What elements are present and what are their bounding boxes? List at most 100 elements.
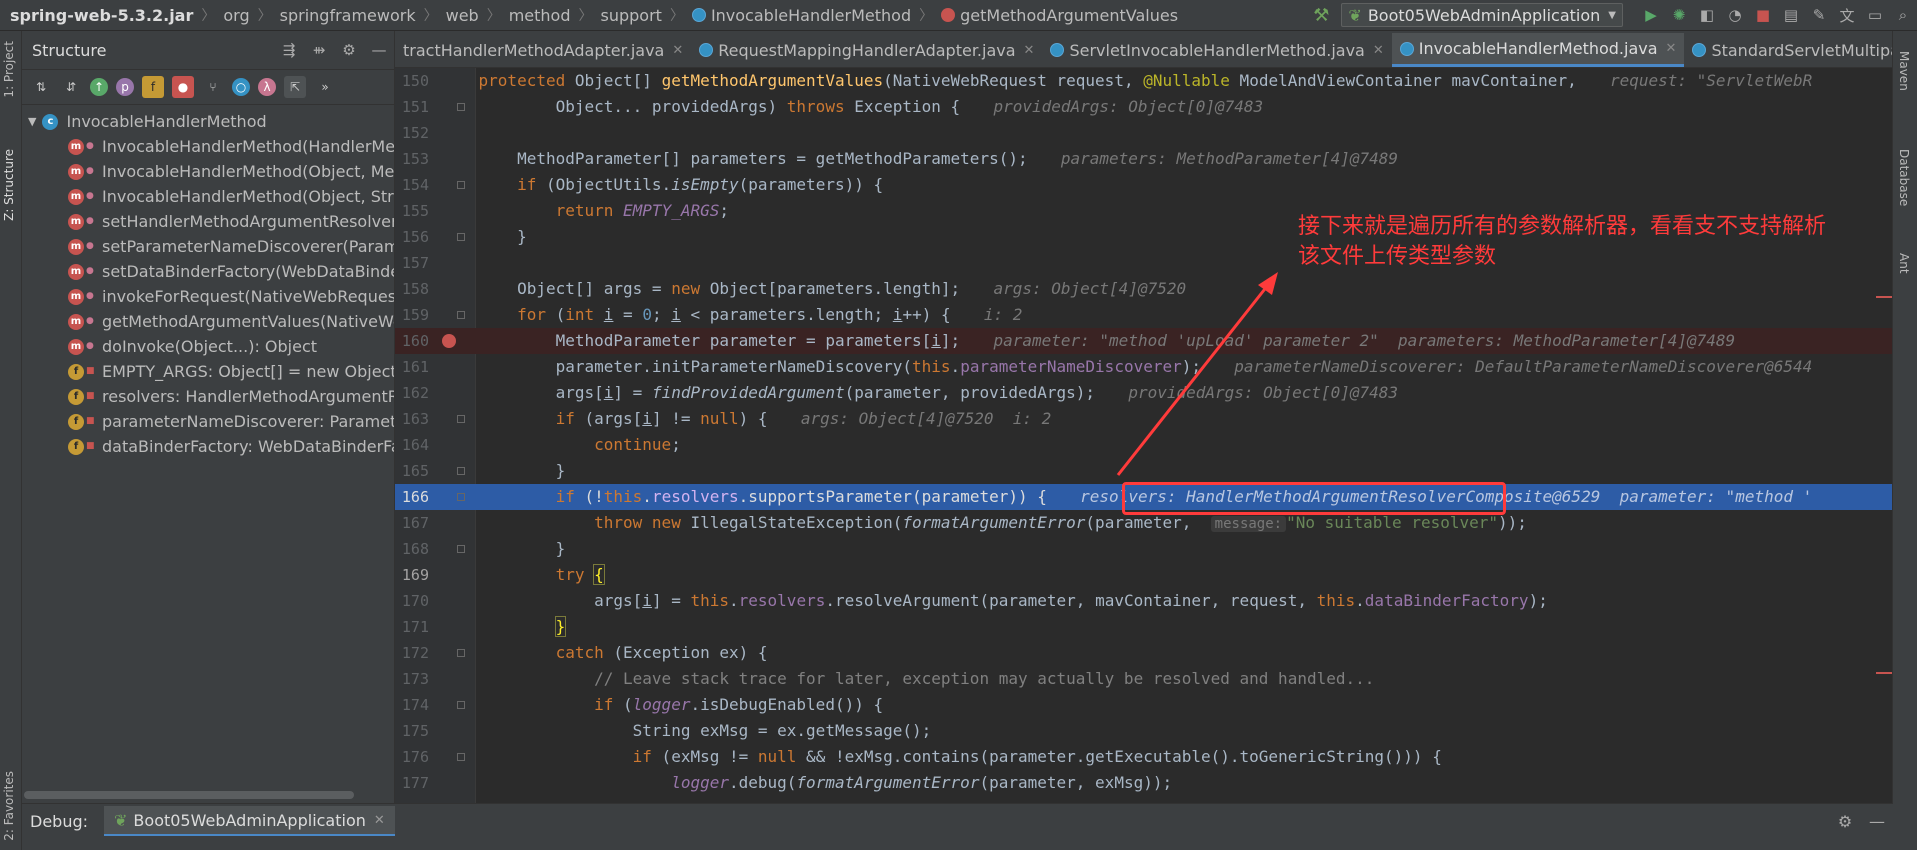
structure-tool-tab[interactable]: Z: Structure [2, 149, 16, 221]
build-hammer-icon[interactable]: ⚒ [1313, 5, 1329, 26]
maven-tool-tab[interactable]: Maven [1897, 51, 1911, 91]
field-icon: f [68, 438, 84, 455]
coverage-icon[interactable]: ◧ [1693, 1, 1721, 29]
fold-marker-icon[interactable] [457, 233, 465, 241]
more-icon[interactable]: » [314, 76, 336, 98]
chevron-right-icon: 〉 [486, 8, 501, 24]
tab-standard-servlet-multipart[interactable]: StandardServletMultipartRe [1684, 33, 1893, 67]
inherited-icon[interactable]: ↑ [90, 78, 108, 96]
close-icon[interactable]: ✕ [374, 813, 385, 828]
translate-icon[interactable]: 文 [1833, 1, 1861, 29]
visibility-icon: ● [86, 166, 94, 176]
lambdas-icon[interactable]: ⑂ [202, 76, 224, 98]
structure-item[interactable]: f ■ EMPTY_ARGS: Object[] = new Object[0 [22, 359, 394, 384]
gear-icon[interactable]: ⚙ [1829, 812, 1861, 831]
code-editor[interactable]: 150 protected Object[] getMethodArgument… [395, 68, 1893, 803]
project-tool-tab[interactable]: 1: Project [2, 41, 16, 98]
close-icon[interactable]: ✕ [1373, 43, 1384, 58]
window-icon[interactable]: ▭ [1861, 1, 1889, 29]
error-marker[interactable] [1876, 672, 1892, 674]
wrench-icon[interactable]: ✎ [1805, 1, 1833, 29]
autoscroll-icon[interactable]: ⇱ [284, 76, 306, 98]
structure-item[interactable]: m ● invokeForRequest(NativeWebRequest [22, 284, 394, 309]
structure-item-label: resolvers: HandlerMethodArgumentRe [102, 387, 394, 406]
code-line: 168 } [395, 536, 1893, 562]
tab-servlet-invocable-handler-method[interactable]: ServletInvocableHandlerMethod.java ✕ [1042, 33, 1391, 67]
search-icon[interactable]: ⌕ [1889, 1, 1917, 29]
structure-item[interactable]: m ● setParameterNameDiscoverer(Parame [22, 234, 394, 259]
visibility-icon: ■ [86, 391, 95, 401]
structure-item[interactable]: m ● InvocableHandlerMethod(Object, Met [22, 159, 394, 184]
structure-item[interactable]: f ■ parameterNameDiscoverer: Parameter [22, 409, 394, 434]
fields-icon[interactable]: f [142, 76, 164, 98]
code-line: 164 continue; [395, 432, 1893, 458]
fold-marker-icon[interactable] [457, 103, 465, 111]
code-line: 171 } [395, 614, 1893, 640]
properties-icon[interactable]: p [116, 78, 134, 96]
debug-session-tab[interactable]: ❦ Boot05WebAdminApplication ✕ [104, 806, 395, 836]
run-icon[interactable]: ▶ [1637, 1, 1665, 29]
fold-marker-icon[interactable] [457, 545, 465, 553]
collapse-all-icon[interactable]: ⇻ [304, 41, 334, 59]
project-structure-icon[interactable]: ▤ [1777, 1, 1805, 29]
structure-item[interactable]: f ■ resolvers: HandlerMethodArgumentRe [22, 384, 394, 409]
error-marker[interactable] [1876, 296, 1892, 298]
breadcrumb-method[interactable]: method [509, 6, 571, 25]
run-configuration-select[interactable]: ❦ Boot05WebAdminApplication ▼ [1341, 3, 1623, 27]
sort-visibility-icon[interactable]: ⇵ [60, 76, 82, 98]
database-tool-tab[interactable]: Database [1897, 149, 1911, 206]
breadcrumb-springframework[interactable]: springframework [280, 6, 416, 25]
fold-marker-icon[interactable] [457, 493, 465, 501]
tree-root[interactable]: ▼ c InvocableHandlerMethod [22, 109, 394, 134]
structure-item[interactable]: f ■ dataBinderFactory: WebDataBinderFac [22, 434, 394, 459]
line-number: 155 [401, 202, 429, 220]
non-public-icon[interactable]: ● [172, 76, 194, 98]
tab-abstract-handler-method-adapter[interactable]: tractHandlerMethodAdapter.java ✕ [395, 33, 691, 67]
breadcrumb-method-name[interactable]: getMethodArgumentValues [960, 6, 1178, 25]
hide-icon[interactable]: — [364, 41, 394, 59]
fold-marker-icon[interactable] [457, 415, 465, 423]
gear-icon[interactable]: ⚙ [334, 41, 364, 59]
fold-marker-icon[interactable] [457, 181, 465, 189]
fold-marker-icon[interactable] [457, 311, 465, 319]
tab-request-mapping-handler-adapter[interactable]: RequestMappingHandlerAdapter.java ✕ [691, 33, 1042, 67]
ant-tool-tab[interactable]: Ant [1897, 253, 1911, 274]
tab-invocable-handler-method[interactable]: InvocableHandlerMethod.java ✕ [1391, 33, 1685, 67]
structure-item-label: getMethodArgumentValues(NativeWe [102, 312, 394, 331]
structure-item[interactable]: m ● setHandlerMethodArgumentResolver [22, 209, 394, 234]
horizontal-scrollbar[interactable] [24, 791, 354, 799]
lambda-icon[interactable]: λ [258, 78, 276, 96]
structure-item[interactable]: m ● setDataBinderFactory(WebDataBinderF [22, 259, 394, 284]
breadcrumb: spring-web-5.3.2.jar 〉 org 〉 springframe… [0, 5, 1178, 25]
fold-marker-icon[interactable] [457, 753, 465, 761]
structure-item-label: setHandlerMethodArgumentResolver [102, 212, 394, 231]
line-number: 150 [401, 72, 429, 90]
structure-item-label: doInvoke(Object...): Object [102, 337, 318, 356]
close-icon[interactable]: ✕ [1666, 41, 1677, 56]
structure-item[interactable]: m ● InvocableHandlerMethod(Object, Strin [22, 184, 394, 209]
chevron-right-icon: 〉 [257, 8, 272, 24]
profile-icon[interactable]: ◔ [1721, 1, 1749, 29]
hide-icon[interactable]: — [1861, 812, 1893, 831]
fold-marker-icon[interactable] [457, 649, 465, 657]
expand-all-icon[interactable]: ⇶ [274, 41, 304, 59]
close-icon[interactable]: ✕ [672, 43, 683, 58]
line-number: 162 [401, 384, 429, 402]
sort-alpha-icon[interactable]: ⇅ [30, 76, 52, 98]
stop-icon[interactable]: ■ [1749, 1, 1777, 29]
breadcrumb-org[interactable]: org [223, 6, 249, 25]
favorites-tool-tab[interactable]: 2: Favorites [2, 771, 16, 841]
breadcrumb-support[interactable]: support [601, 6, 662, 25]
structure-item[interactable]: m ● getMethodArgumentValues(NativeWe [22, 309, 394, 334]
breadcrumb-web[interactable]: web [446, 6, 479, 25]
breadcrumb-class[interactable]: InvocableHandlerMethod [711, 6, 911, 25]
breadcrumb-jar[interactable]: spring-web-5.3.2.jar [10, 6, 193, 25]
structure-item[interactable]: m ● InvocableHandlerMethod(HandlerMet [22, 134, 394, 159]
close-icon[interactable]: ✕ [1024, 43, 1035, 58]
debug-bug-icon[interactable]: ✺ [1665, 1, 1693, 29]
fold-marker-icon[interactable] [457, 701, 465, 709]
anonymous-icon[interactable]: ○ [232, 78, 250, 96]
spring-boot-icon: ❦ [1348, 5, 1362, 25]
fold-marker-icon[interactable] [457, 467, 465, 475]
structure-item[interactable]: m ● doInvoke(Object...): Object [22, 334, 394, 359]
